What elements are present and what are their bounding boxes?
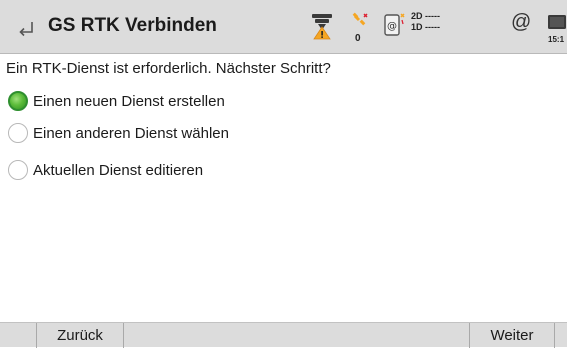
- title-bar: GS RTK Verbinden 0 @ 2D ----- 1D ----- @…: [0, 0, 567, 54]
- position-quality-2d: 2D -----: [411, 11, 440, 21]
- svg-text:@: @: [387, 21, 397, 32]
- radio-selected-icon[interactable]: [8, 91, 28, 111]
- back-button[interactable]: Zurück: [36, 323, 124, 348]
- softkey-bar: Zurück Weiter: [0, 322, 567, 348]
- clock-time: 15:1: [548, 35, 565, 44]
- position-quality-1d: 1D -----: [411, 22, 440, 32]
- next-button[interactable]: Weiter: [469, 323, 555, 348]
- option-label: Einen neuen Dienst erstellen: [33, 92, 225, 110]
- back-arrow-icon[interactable]: [16, 18, 38, 40]
- option-label: Einen anderen Dienst wählen: [33, 124, 229, 142]
- option-other-service[interactable]: Einen anderen Dienst wählen: [8, 121, 229, 145]
- prompt-text: Ein RTK-Dienst ist erforderlich. Nächste…: [6, 60, 331, 77]
- position-quality[interactable]: 2D ----- 1D -----: [411, 11, 440, 33]
- page-title: GS RTK Verbinden: [48, 15, 217, 36]
- radio-unselected-icon[interactable]: [8, 160, 28, 180]
- gnss-antenna-warning-icon[interactable]: [309, 12, 335, 45]
- option-edit-service[interactable]: Aktuellen Dienst editieren: [8, 158, 203, 182]
- option-label: Aktuellen Dienst editieren: [33, 161, 204, 179]
- radio-unselected-icon[interactable]: [8, 123, 28, 143]
- satellite-count: 0: [355, 33, 361, 44]
- device-link-icon[interactable]: @: [382, 12, 406, 43]
- satellite-icon[interactable]: [351, 12, 369, 35]
- at-sign-icon[interactable]: @: [511, 11, 531, 34]
- option-new-service[interactable]: Einen neuen Dienst erstellen: [8, 89, 225, 113]
